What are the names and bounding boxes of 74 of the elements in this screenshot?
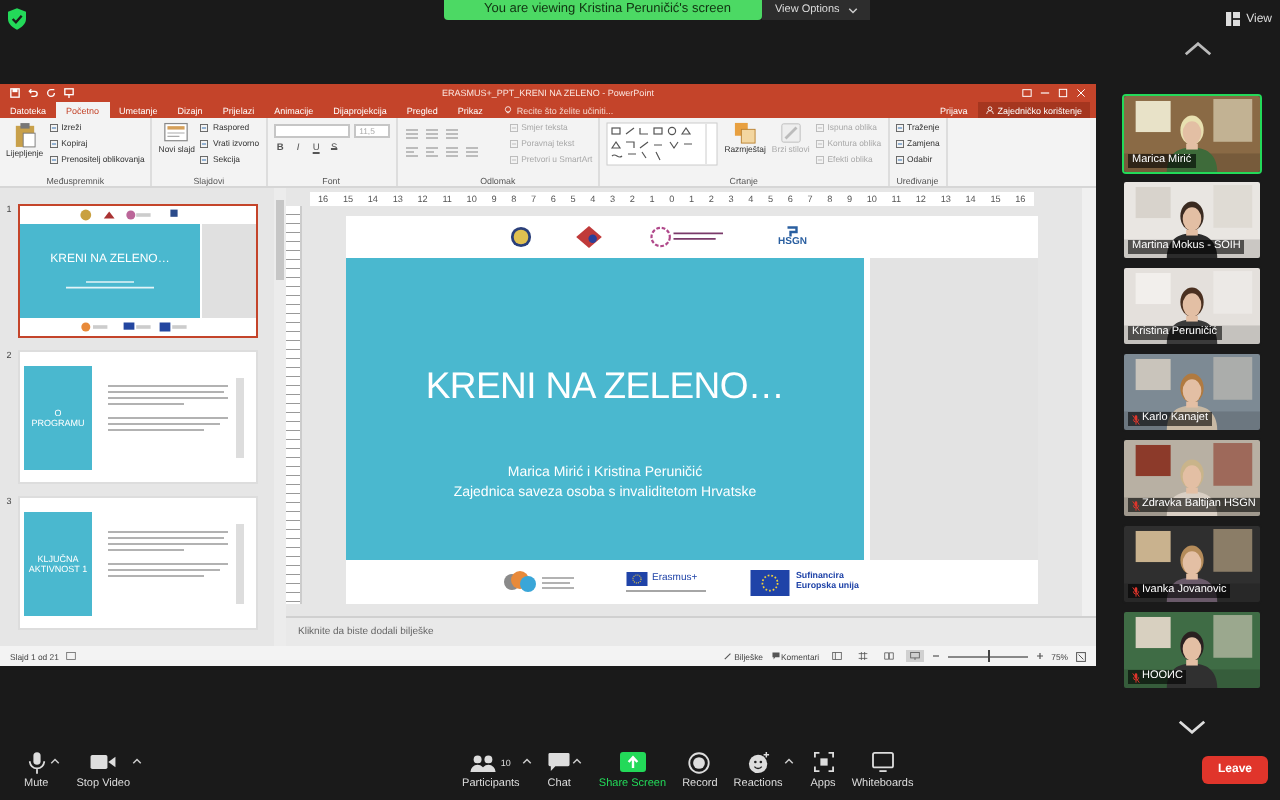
- share-screen-icon: [619, 752, 646, 772]
- caret-icon[interactable]: [50, 757, 61, 763]
- redo-icon[interactable]: [46, 87, 56, 97]
- emblem-icon: [510, 226, 532, 248]
- view-mode-button[interactable]: [879, 650, 898, 662]
- scrollbar[interactable]: [274, 188, 286, 646]
- slide-title: KRENI NA ZELENO…: [425, 364, 785, 408]
- command-icon: [509, 155, 518, 163]
- people-icon: [470, 753, 497, 771]
- ribbon-options-icon[interactable]: [1022, 87, 1032, 97]
- font-name-field[interactable]: [273, 124, 350, 138]
- undo-icon[interactable]: [28, 87, 38, 97]
- view-mode-button[interactable]: [905, 650, 924, 662]
- scroll-up-icon[interactable]: [1182, 42, 1214, 56]
- lightbulb-icon: [504, 106, 513, 114]
- scroll-down-icon[interactable]: [1176, 720, 1208, 734]
- video-camera-icon: [90, 754, 117, 770]
- save-icon[interactable]: [10, 87, 20, 97]
- command-icon: [895, 155, 904, 163]
- microphone-icon: [27, 751, 46, 773]
- caret-icon[interactable]: [784, 757, 795, 763]
- chat-icon: [548, 752, 571, 772]
- caret-icon[interactable]: [521, 757, 532, 763]
- diamond-logo-icon: [576, 226, 602, 248]
- text-lines-drawing: [104, 377, 244, 457]
- command-icon: [815, 155, 824, 163]
- comment-icon: [771, 652, 780, 660]
- eu-flag-icon: [750, 569, 790, 595]
- command-icon: [815, 123, 824, 131]
- command-icon: [200, 139, 209, 147]
- view-mode-button[interactable]: [853, 650, 872, 662]
- command-icon: [509, 123, 518, 131]
- fit-to-window-icon[interactable]: [1076, 651, 1086, 661]
- command-icon: [509, 139, 518, 147]
- caret-icon: [847, 7, 858, 13]
- apps-icon: [813, 752, 834, 772]
- shapes-gallery-drawing[interactable]: [606, 122, 719, 166]
- record-icon: [688, 751, 711, 773]
- placeholder-area: [202, 224, 256, 318]
- shapes-icon: [734, 122, 757, 144]
- view-mode-button[interactable]: [827, 650, 846, 662]
- spellcheck-icon[interactable]: [66, 652, 77, 660]
- normal-view-icon: [831, 652, 842, 660]
- smiley-icon: [747, 751, 770, 773]
- command-icon: [895, 123, 904, 131]
- scrollbar[interactable]: [1082, 188, 1096, 616]
- maximize-icon[interactable]: [1058, 87, 1068, 97]
- zoom-out-icon[interactable]: [931, 652, 940, 660]
- text-lines-drawing: [104, 523, 244, 603]
- command-icon: [49, 139, 58, 147]
- command-icon: [815, 139, 824, 147]
- command-icon: [49, 155, 58, 163]
- hsgn-logo-icon: [786, 226, 799, 238]
- command-icon: [49, 123, 58, 131]
- text-lines-drawing: [626, 587, 706, 593]
- presentation-icon: [909, 652, 920, 660]
- command-icon: [895, 139, 904, 147]
- eu-flag-icon: [626, 571, 648, 585]
- command-icon: [200, 155, 209, 163]
- close-icon[interactable]: [1076, 87, 1086, 97]
- slideshow-icon[interactable]: [64, 87, 74, 97]
- book-icon: [883, 652, 894, 660]
- grid-icon: [857, 652, 868, 660]
- shield-icon: [8, 8, 26, 30]
- zoom-in-icon[interactable]: [1035, 652, 1044, 660]
- whiteboard-icon: [871, 752, 894, 772]
- command-icon: [200, 123, 209, 131]
- grid-icon: [1226, 12, 1241, 26]
- person-icon: [985, 106, 994, 114]
- caret-icon[interactable]: [132, 757, 143, 763]
- caret-icon[interactable]: [572, 757, 583, 763]
- notes-icon: [724, 652, 733, 660]
- minimize-icon[interactable]: [1040, 87, 1050, 97]
- slider-handle[interactable]: [987, 650, 991, 662]
